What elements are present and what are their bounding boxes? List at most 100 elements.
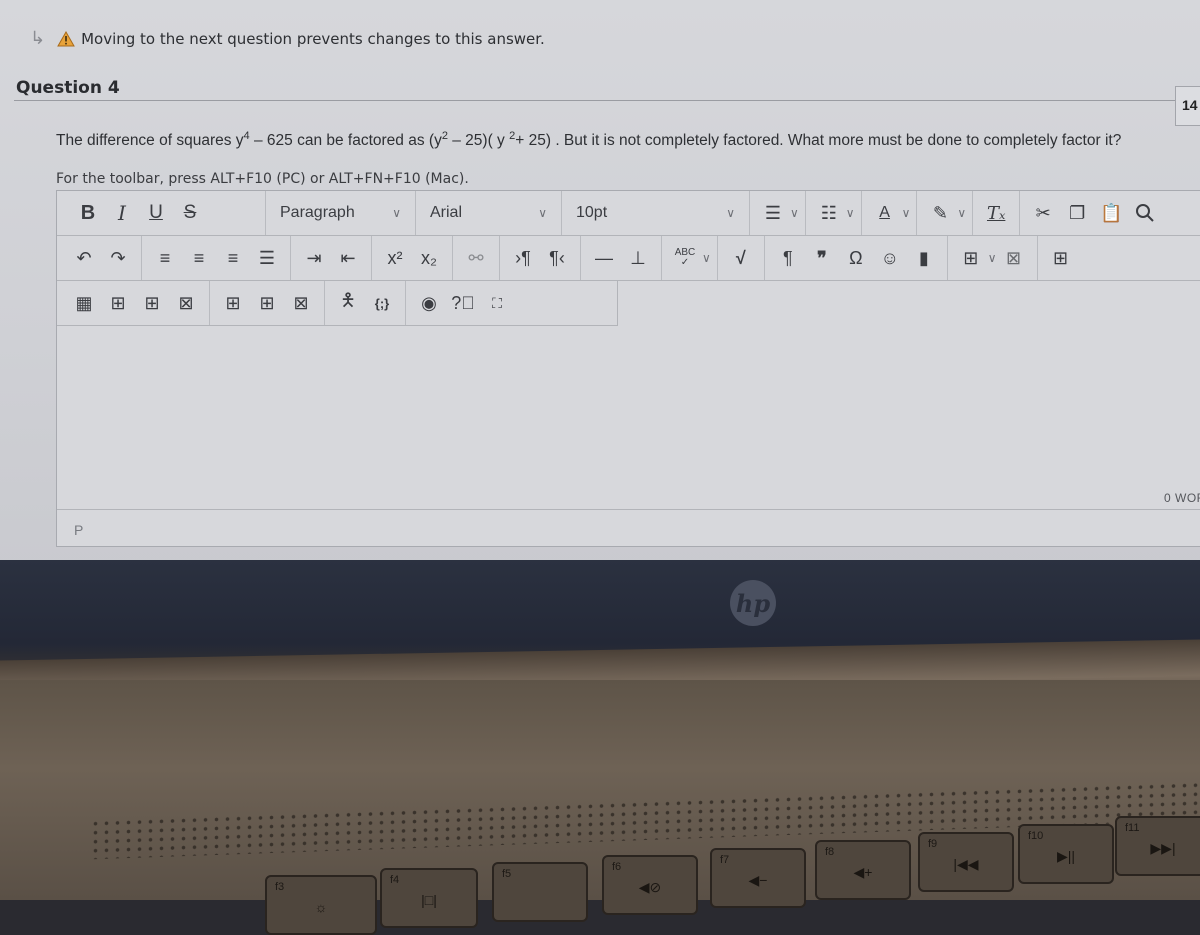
table-props-group: ⊞: [1038, 236, 1084, 280]
paragraph-mark-icon[interactable]: ¶: [771, 242, 805, 274]
key-f4[interactable]: f4 |□|: [380, 868, 478, 928]
text-color-icon[interactable]: A: [868, 197, 902, 229]
chevron-down-icon[interactable]: ∨: [902, 206, 911, 220]
block-format-select[interactable]: Paragraph ∨: [266, 191, 416, 235]
clipboard-group: ✂ ❐ 📋: [1020, 191, 1168, 235]
emoji-icon[interactable]: ☺: [873, 242, 907, 274]
indent-icon[interactable]: ⇥: [297, 242, 331, 274]
subscript-icon[interactable]: x₂: [412, 242, 446, 274]
spellcheck-group: ABC ✓ ∨: [662, 236, 718, 280]
accessibility-icon[interactable]: 🯅: [331, 287, 365, 319]
key-f5[interactable]: f5: [492, 862, 588, 922]
align-center-icon[interactable]: ≡: [182, 242, 216, 274]
key-f10[interactable]: f10 ▶||: [1018, 824, 1114, 884]
toolbar-row-3: ▦ ⊞ ⊞ ⊠ ⊞ ⊞ ⊠ 🯅 {;} ◉ ?⃝ ⛶: [57, 281, 618, 326]
numbered-list-group: ☷ ∨: [806, 191, 862, 235]
insert-col-after-icon[interactable]: ⊞: [250, 287, 284, 319]
table-group: ⊞ ∨ ⊠: [948, 236, 1038, 280]
clear-format-group: Tₓ: [973, 191, 1021, 235]
special-group: ¶ ❞ Ω ☺ ▮: [765, 236, 948, 280]
accessibility-group: 🯅 {;}: [325, 281, 406, 325]
key-f7[interactable]: f7 ◀−: [710, 848, 806, 908]
history-group: ↶ ↷: [57, 236, 142, 280]
rtl-icon[interactable]: ¶‹: [540, 242, 574, 274]
align-left-icon[interactable]: ≡: [148, 242, 182, 274]
cut-icon[interactable]: ✂: [1026, 197, 1060, 229]
word-count: 0 WORD: [1164, 491, 1200, 505]
table-col-group: ⊞ ⊞ ⊠: [210, 281, 325, 325]
code-icon[interactable]: {;}: [365, 287, 399, 319]
bookmark-icon[interactable]: ▮: [907, 242, 941, 274]
link-group: ⚯: [453, 236, 500, 280]
hp-logo: hp: [730, 580, 776, 626]
key-f9[interactable]: f9 |◀◀: [918, 832, 1014, 892]
help-icon[interactable]: ?⃝: [446, 287, 480, 319]
rich-text-editor: B I U S Paragraph ∨ Arial ∨ 10pt ∨ ☰ ∨ ☷ ∨ A ∨: [56, 190, 1200, 547]
notice-text: Moving to the next question prevents cha…: [81, 29, 545, 48]
key-f11[interactable]: f11 ▶▶|: [1115, 816, 1200, 876]
element-path[interactable]: P: [74, 522, 83, 538]
strikethrough-button[interactable]: S: [173, 197, 207, 229]
math-group: √: [718, 236, 765, 280]
font-size-select[interactable]: 10pt ∨: [562, 191, 750, 235]
italic-button[interactable]: I: [105, 197, 139, 229]
chevron-down-icon[interactable]: ∨: [702, 251, 711, 265]
insert-icon[interactable]: ⊥: [621, 242, 655, 274]
underline-button[interactable]: U: [139, 197, 173, 229]
chevron-down-icon[interactable]: ∨: [846, 206, 855, 220]
preview-icon[interactable]: ◉: [412, 287, 446, 319]
math-icon[interactable]: √: [724, 242, 758, 274]
points-badge: 14 p: [1175, 86, 1200, 126]
format-group: B I U S: [57, 191, 266, 235]
paste-icon[interactable]: 📋: [1094, 197, 1128, 229]
chevron-down-icon: ∨: [392, 206, 401, 220]
bold-button[interactable]: B: [71, 197, 105, 229]
special-char-icon[interactable]: Ω: [839, 242, 873, 274]
chevron-down-icon[interactable]: ∨: [790, 206, 799, 220]
key-f8[interactable]: f8 ◀+: [815, 840, 911, 900]
search-icon[interactable]: [1128, 197, 1162, 229]
align-group: ≡ ≡ ≡ ☰: [142, 236, 291, 280]
highlight-icon[interactable]: ✎: [923, 197, 957, 229]
ltr-icon[interactable]: ›¶: [506, 242, 540, 274]
table-icon[interactable]: ⊞: [954, 242, 988, 274]
direction-group: ›¶ ¶‹: [500, 236, 581, 280]
chevron-down-icon[interactable]: ∨: [988, 251, 997, 265]
copy-icon[interactable]: ❐: [1060, 197, 1094, 229]
justify-icon[interactable]: ☰: [250, 242, 284, 274]
outdent-icon[interactable]: ⇤: [331, 242, 365, 274]
editor-content-area[interactable]: [57, 324, 1200, 509]
browser-screen: ↳ Moving to the next question prevents c…: [0, 0, 1200, 570]
delete-table-icon[interactable]: ⊠: [997, 242, 1031, 274]
align-right-icon[interactable]: ≡: [216, 242, 250, 274]
navigation-notice: ↳ Moving to the next question prevents c…: [30, 28, 545, 49]
fullscreen-icon[interactable]: ⛶: [480, 287, 514, 319]
return-arrow-icon: ↳: [30, 28, 46, 49]
redo-icon[interactable]: ↷: [101, 242, 135, 274]
spellcheck-icon[interactable]: ABC ✓: [668, 242, 702, 274]
chevron-down-icon[interactable]: ∨: [957, 206, 966, 220]
question-title: Question 4: [16, 78, 120, 98]
numbered-list-icon[interactable]: ☷: [812, 197, 846, 229]
key-f3[interactable]: f3 ☼: [265, 875, 377, 935]
insert-row-below-icon[interactable]: ⊞: [135, 287, 169, 319]
table-cell-icon[interactable]: ▦: [67, 287, 101, 319]
bullet-list-group: ☰ ∨: [750, 191, 806, 235]
font-family-select[interactable]: Arial ∨: [416, 191, 562, 235]
clear-formatting-icon[interactable]: Tₓ: [979, 197, 1013, 229]
table-props-icon[interactable]: ⊞: [1044, 242, 1078, 274]
delete-row-icon[interactable]: ⊠: [169, 287, 203, 319]
blockquote-icon[interactable]: ❞: [805, 242, 839, 274]
bullet-list-icon[interactable]: ☰: [756, 197, 790, 229]
delete-col-icon[interactable]: ⊠: [284, 287, 318, 319]
question-text: The difference of squares y4 – 625 can b…: [56, 130, 1122, 150]
insert-group: — ⊥: [581, 236, 662, 280]
undo-icon[interactable]: ↶: [67, 242, 101, 274]
insert-col-before-icon[interactable]: ⊞: [216, 287, 250, 319]
horizontal-rule-icon[interactable]: —: [587, 242, 621, 274]
chevron-down-icon: ∨: [538, 206, 547, 220]
insert-row-above-icon[interactable]: ⊞: [101, 287, 135, 319]
unlink-icon[interactable]: ⚯: [459, 242, 493, 274]
key-f6[interactable]: f6 ◀⊘: [602, 855, 698, 915]
superscript-icon[interactable]: x²: [378, 242, 412, 274]
